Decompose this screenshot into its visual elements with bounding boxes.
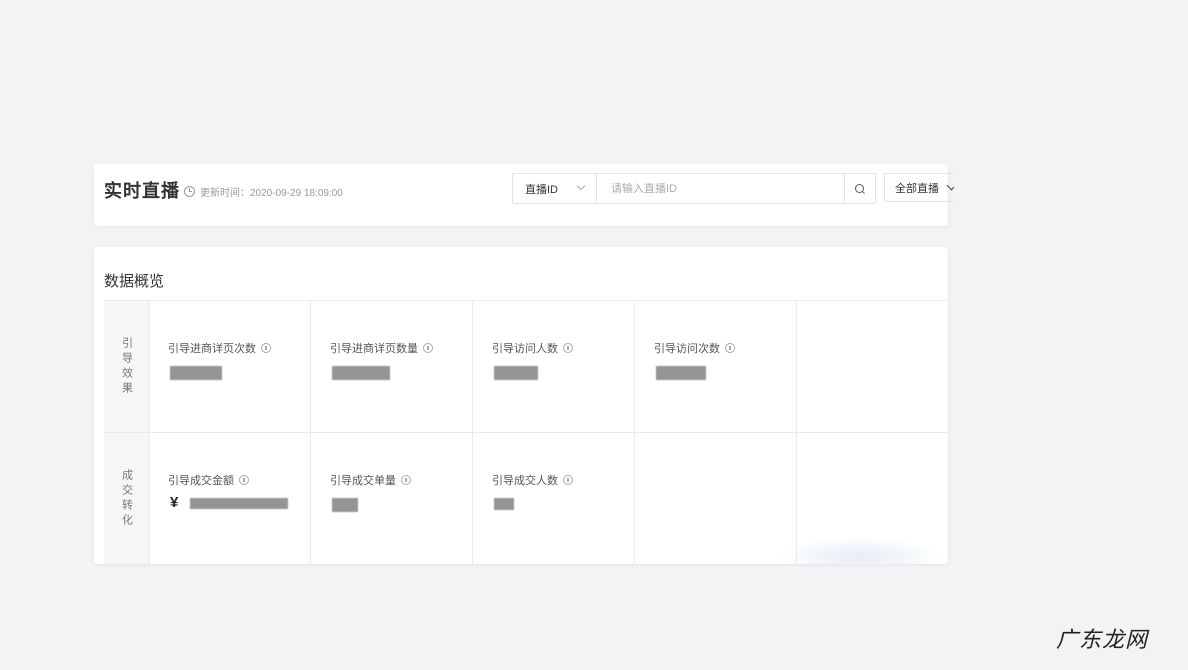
- metric-label: 引导进商详页次数: [168, 340, 271, 356]
- metric-label: 引导成交人数: [492, 472, 573, 488]
- overview-card: 数据概览 引导效果 引导进商详页次数 ●●●●●● 引导进商详页数量 ●●●●●…: [94, 247, 948, 564]
- metric-label: 引导成交金额: [168, 472, 249, 488]
- metric-value-redacted: ●●: [494, 498, 514, 510]
- metric-card: 引导访问人数 ●●●●●: [474, 301, 635, 432]
- page-title: 实时直播: [104, 181, 180, 201]
- row-label: 引导效果: [104, 301, 150, 432]
- metric-card-empty: [798, 301, 948, 432]
- metric-value-redacted: ●●●●●: [494, 366, 538, 380]
- live-filter-select[interactable]: 全部直播: [884, 173, 954, 202]
- metric-card: 引导进商详页次数 ●●●●●●: [150, 301, 311, 432]
- info-icon[interactable]: [563, 343, 573, 353]
- info-icon[interactable]: [261, 343, 271, 353]
- metric-card: 引导成交人数 ●●: [474, 433, 635, 564]
- chevron-down-icon: [576, 181, 586, 191]
- metric-card: 引导进商详页数量 ●●●●●●●: [312, 301, 473, 432]
- search-input[interactable]: [597, 173, 844, 204]
- header-card: 实时直播 更新时间：2020-09-29 18:09:00 直播ID 全部直播: [94, 164, 954, 226]
- metric-label: 引导访问次数: [654, 340, 735, 356]
- metric-card: 引导成交单量 ●●●: [312, 433, 473, 564]
- screen-glare: [774, 537, 944, 564]
- search-icon: [855, 184, 864, 193]
- metric-card: 引导访问次数 ●●●●●●: [636, 301, 797, 432]
- search-group: 直播ID: [512, 173, 876, 204]
- search-button[interactable]: [844, 174, 875, 203]
- currency-symbol: ¥: [170, 494, 179, 511]
- info-icon[interactable]: [725, 343, 735, 353]
- info-icon[interactable]: [401, 475, 411, 485]
- info-icon[interactable]: [423, 343, 433, 353]
- metrics-row-guide: 引导效果 引导进商详页次数 ●●●●●● 引导进商详页数量 ●●●●●●● 引导…: [104, 301, 948, 433]
- watermark: 广东龙网: [1055, 627, 1148, 652]
- metric-value-redacted: ●●●●●●: [170, 366, 222, 380]
- update-time: 更新时间：2020-09-29 18:09:00: [184, 184, 343, 199]
- clock-icon: [184, 186, 195, 197]
- metrics-grid: 引导效果 引导进商详页次数 ●●●●●● 引导进商详页数量 ●●●●●●● 引导…: [104, 300, 948, 564]
- metric-value-redacted: ●●●: [332, 498, 358, 512]
- row-label: 成交转化: [104, 433, 150, 564]
- search-type-select[interactable]: 直播ID: [513, 174, 597, 203]
- section-title: 数据概览: [104, 273, 165, 290]
- info-icon[interactable]: [563, 475, 573, 485]
- live-filter-label: 全部直播: [895, 182, 939, 195]
- metric-label: 引导访问人数: [492, 340, 573, 356]
- metric-label: 引导成交单量: [330, 472, 411, 488]
- chevron-down-icon: [946, 180, 954, 191]
- metric-label: 引导进商详页数量: [330, 340, 433, 356]
- update-time-text: 更新时间：2020-09-29 18:09:00: [200, 188, 343, 199]
- metric-value-redacted: ●●●●●●: [656, 366, 706, 380]
- metric-value-redacted: ●●●●●●●: [332, 366, 390, 380]
- metric-value-redacted: ●●●●●●●●●●●●: [190, 498, 288, 509]
- metric-card-empty: [636, 433, 797, 564]
- search-type-label: 直播ID: [525, 183, 558, 196]
- info-icon[interactable]: [239, 475, 249, 485]
- metric-card: 引导成交金额 ¥ ●●●●●●●●●●●●: [150, 433, 311, 564]
